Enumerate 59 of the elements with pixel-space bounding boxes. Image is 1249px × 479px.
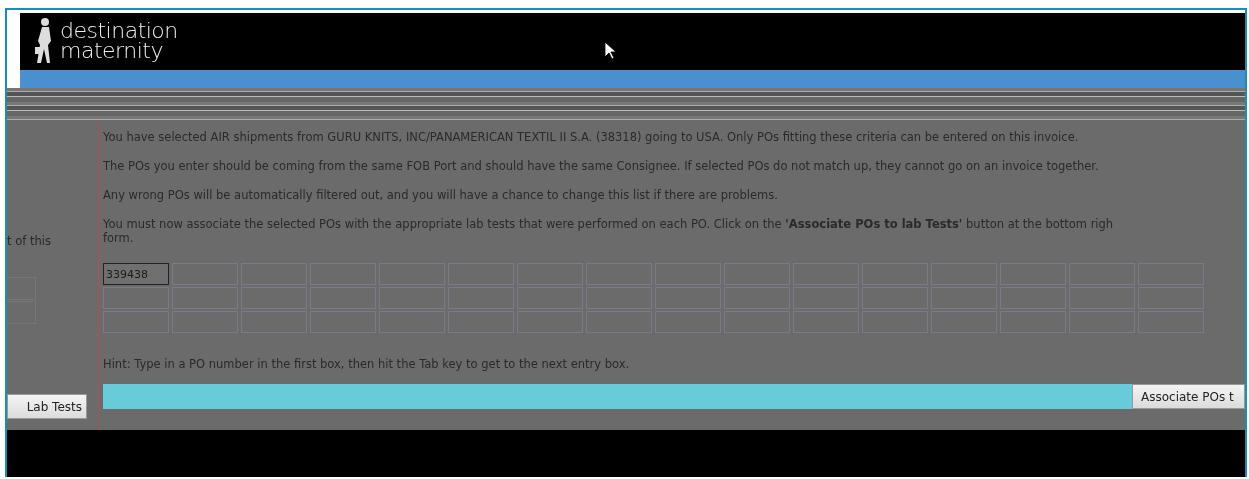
po-entry-field[interactable] [724, 311, 790, 333]
po-entry-field[interactable] [931, 263, 997, 285]
message-text: You have selected AIR shipments from GURU KNITS, INC/PANAMERICAN TEXTIL II S.A. (38318) going to USA. Only POs fitting these criteria can be entered on this invoice. [103, 130, 1080, 144]
message-text: Any wrong POs will be automatically filtered out, and you will have a chance to change this list if there are problems. [103, 188, 779, 202]
cut-text: t of this [7, 234, 51, 248]
po-entry-field[interactable] [379, 263, 445, 285]
po-entry-field[interactable] [1000, 287, 1066, 309]
po-entry-field[interactable] [1000, 311, 1066, 333]
po-entry-field[interactable] [103, 287, 169, 309]
po-entry-field[interactable] [448, 263, 514, 285]
po-entry-field[interactable] [586, 311, 652, 333]
po-entry-field[interactable] [1138, 263, 1204, 285]
hint-text: Hint: Type in a PO number in the first box, then hit the Tab key to get to the next entry box. [103, 357, 631, 371]
po-entry-field[interactable] [448, 311, 514, 333]
po-entry-field[interactable] [655, 311, 721, 333]
po-entry-field[interactable] [172, 311, 238, 333]
mouse-cursor-icon [605, 42, 616, 59]
lab-tests-button[interactable]: Lab Tests [7, 394, 87, 419]
po-entry-field[interactable] [103, 311, 169, 333]
po-entry-field[interactable] [1069, 263, 1135, 285]
po-entry-field[interactable] [1069, 287, 1135, 309]
po-entry-field[interactable] [931, 287, 997, 309]
po-entry-field[interactable] [241, 287, 307, 309]
po-entry-field[interactable] [1138, 287, 1204, 309]
po-entry-field[interactable] [793, 311, 859, 333]
associate-button[interactable]: Associate POs t [1132, 384, 1245, 409]
po-entry-field[interactable] [1138, 311, 1204, 333]
message-text: You must now associate the selected POs with the appropriate lab tests that were performed on each PO. Click on the 'Associate POs to lab Tests' button at the bottom righ form. [103, 217, 1115, 245]
po-entry-field[interactable] [862, 287, 928, 309]
po-entry-field[interactable] [586, 263, 652, 285]
po-entry-field[interactable] [931, 311, 997, 333]
po-entry-field[interactable] [379, 287, 445, 309]
logo-text: destination [60, 21, 178, 41]
po-entry-field[interactable] [379, 311, 445, 333]
po-entry-field[interactable] [862, 311, 928, 333]
po-entry-field[interactable] [793, 287, 859, 309]
po-entry-field[interactable] [241, 263, 307, 285]
po-entry-field[interactable] [241, 311, 307, 333]
po-entry-field[interactable] [655, 287, 721, 309]
po-entry-field[interactable] [517, 287, 583, 309]
po-entry-field[interactable] [724, 287, 790, 309]
po-entry-field[interactable]: 339438 [103, 263, 169, 285]
po-entry-field[interactable] [517, 263, 583, 285]
po-entry-field[interactable] [172, 263, 238, 285]
po-entry-field[interactable] [448, 287, 514, 309]
po-entry-field[interactable] [310, 263, 376, 285]
po-entry-field[interactable] [586, 287, 652, 309]
po-entry-field[interactable] [1000, 263, 1066, 285]
message-text: The POs you enter should be coming from the same FOB Port and should have the same Consignee. If selected POs do not match up, they cannot go on an invoice together. [103, 159, 1100, 173]
po-entry-field[interactable] [310, 311, 376, 333]
po-entry-field[interactable] [724, 263, 790, 285]
logo-text: maternity [60, 41, 164, 61]
po-entry-field[interactable] [517, 311, 583, 333]
po-entry-field[interactable] [655, 263, 721, 285]
po-entry-field[interactable] [172, 287, 238, 309]
po-entry-field[interactable] [310, 287, 376, 309]
po-entry-field[interactable] [1069, 311, 1135, 333]
po-entry-field[interactable] [862, 263, 928, 285]
po-entry-field[interactable] [793, 263, 859, 285]
